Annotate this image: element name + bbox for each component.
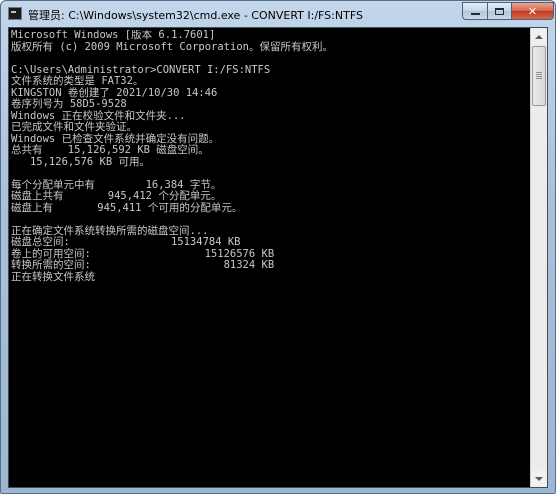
console-line: 已完成文件和文件夹验证。 [11,121,137,133]
maximize-button[interactable] [487,2,512,20]
vertical-scrollbar[interactable] [530,28,547,487]
console-output[interactable]: Microsoft Windows [版本 6.1.7601] 版权所有 (c) … [11,30,529,485]
console-line: 文件系统的类型是 FAT32。 [11,75,144,87]
minimize-icon [470,13,480,15]
console-line: Microsoft Windows [版本 6.1.7601] [11,30,216,41]
console-line: 总共有 15,126,592 KB 磁盘空间。 [11,144,209,156]
console-line: 转换所需的空间: 81324 KB [11,259,275,271]
arrow-down-icon [535,476,543,481]
console-line: 磁盘总空间: 15134784 KB [11,236,241,248]
grip-icon [536,72,542,79]
scroll-up-button[interactable] [531,28,547,45]
close-button[interactable]: ✕ [511,2,554,20]
minimize-button[interactable] [462,2,488,20]
console-line: 15,126,576 KB 可用。 [11,155,150,168]
scroll-thumb[interactable] [532,46,546,106]
cmd-window: 管理员: C:\Windows\system32\cmd.exe - CONVE… [0,0,556,494]
cmd-icon[interactable] [8,7,22,20]
console-line: 版权所有 (c) 2009 Microsoft Corporation。保留所有… [11,40,333,53]
console-line: 卷序列号为 58D5-9528 [11,98,127,110]
close-icon: ✕ [527,4,538,18]
console-area[interactable]: Microsoft Windows [版本 6.1.7601] 版权所有 (c) … [8,27,548,488]
scroll-down-button[interactable] [531,470,547,487]
maximize-icon [495,7,504,15]
console-line: 磁盘上共有 945,412 个分配单元。 [11,190,222,202]
console-line: 磁盘上有 945,411 个可用的分配单元。 [11,201,243,214]
window-title: 管理员: C:\Windows\system32\cmd.exe - CONVE… [28,9,363,22]
arrow-up-icon [535,34,543,39]
console-line: 正在转换文件系统 [11,270,95,283]
title-bar[interactable]: 管理员: C:\Windows\system32\cmd.exe - CONVE… [1,1,555,27]
